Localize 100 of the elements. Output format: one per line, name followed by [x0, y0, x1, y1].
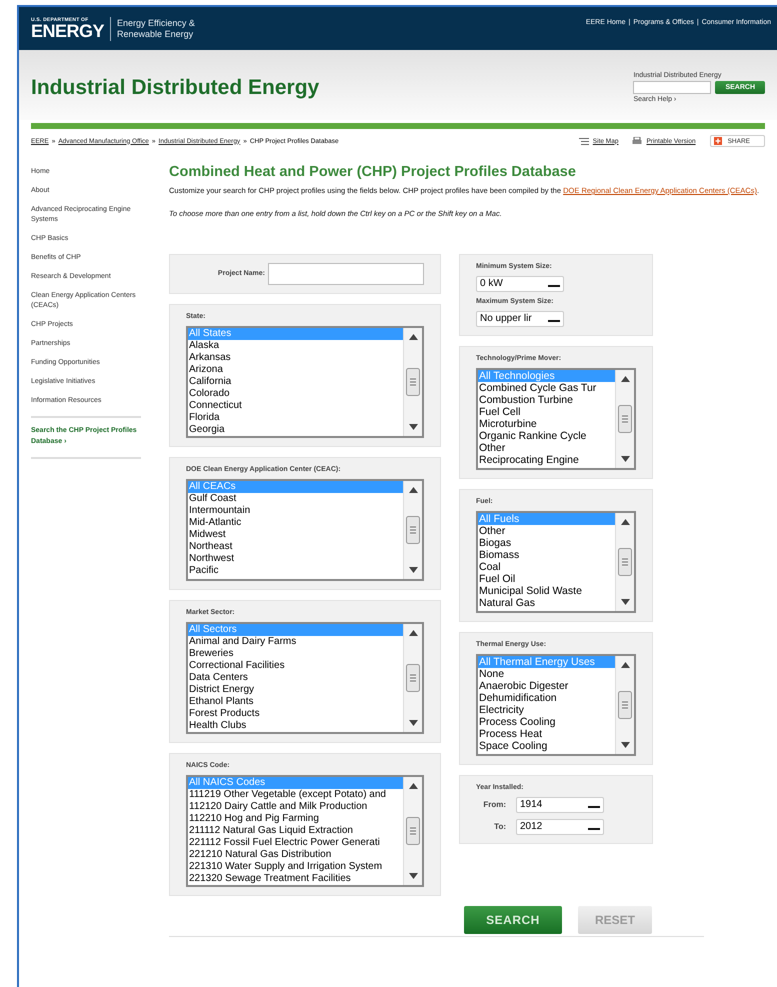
list-option[interactable]: Microturbine	[478, 418, 615, 430]
scroll-up-icon[interactable]	[620, 518, 630, 524]
list-option[interactable]: Gulf Coast	[188, 492, 403, 504]
list-option[interactable]: 221112 Fossil Fuel Electric Power Generati	[188, 836, 403, 848]
office-name: Renewable Energy	[117, 28, 194, 40]
list-option[interactable]: Intermountain	[188, 504, 403, 516]
list-option[interactable]: Alaska	[188, 340, 403, 352]
scroll-up-icon[interactable]	[408, 334, 418, 340]
scroll-down-icon[interactable]	[408, 720, 418, 726]
list-option[interactable]: Biogas	[478, 536, 615, 548]
list-box[interactable]: All States Alaska Arkansas Arizona California Colorado Connecticut Florida Georgia	[186, 326, 424, 438]
list-option[interactable]: 221210 Natural Gas Distribution	[188, 848, 403, 860]
dropdown[interactable]: 2012	[516, 818, 604, 834]
scroll-thumb[interactable]	[406, 664, 420, 692]
scroll-down-icon[interactable]	[408, 872, 418, 878]
list-box[interactable]: All Fuels Other Biogas Biomass Coal Fuel Oil Municipal Solid Waste Natural Gas	[476, 510, 636, 612]
list-option[interactable]: Health Clubs	[188, 720, 403, 732]
dropdown[interactable]: 0 kW	[476, 276, 564, 292]
list-option[interactable]: Reciprocating Engine	[478, 454, 615, 466]
scrollbar[interactable]	[615, 370, 634, 468]
list-option[interactable]: None	[478, 668, 615, 680]
list-option[interactable]: Dehumidification	[478, 692, 615, 704]
scroll-up-icon[interactable]	[620, 662, 630, 668]
list-option[interactable]: Fuel Oil	[478, 572, 615, 584]
dropdown[interactable]: 1914	[516, 796, 604, 812]
list-option[interactable]: Data Centers	[188, 672, 403, 684]
list-option[interactable]: 111219 Other Vegetable (except Potato) and	[188, 788, 403, 800]
list-option[interactable]: Colorado	[188, 388, 403, 400]
scroll-thumb[interactable]	[618, 548, 632, 576]
list-option[interactable]: Combustion Turbine	[478, 394, 615, 406]
list-option[interactable]: Other	[478, 442, 615, 454]
page-heading: Combined Heat and Power (CHP) Project Profiles Database	[169, 164, 577, 180]
scroll-down-icon[interactable]	[408, 424, 418, 430]
list-option[interactable]: Correctional Facilities	[188, 660, 403, 672]
list-option[interactable]: Anaerobic Digester	[478, 680, 615, 692]
list-option[interactable]: Breweries	[188, 648, 403, 660]
list-option[interactable]: Northeast	[188, 540, 403, 552]
scroll-thumb[interactable]	[406, 816, 420, 844]
scroll-down-icon[interactable]	[620, 742, 630, 748]
list-option[interactable]: 112120 Dairy Cattle and Milk Production	[188, 800, 403, 812]
scroll-thumb[interactable]	[406, 368, 420, 396]
list-option[interactable]: Natural Gas	[478, 596, 615, 608]
list-option[interactable]: Mid-Atlantic	[188, 516, 403, 528]
scroll-up-icon[interactable]	[408, 630, 418, 636]
scrollbar[interactable]	[403, 480, 422, 578]
scroll-up-icon[interactable]	[620, 376, 630, 382]
list-option[interactable]: Other	[478, 524, 615, 536]
search-field[interactable]	[633, 80, 712, 94]
list-box[interactable]: All Sectors Animal and Dairy Farms Breweries Correctional Facilities Data Centers District Energy Ethanol Plants Forest Products Health Clubs	[186, 622, 424, 734]
list-option[interactable]: Combined Cycle Gas Tur	[478, 382, 615, 394]
list-option[interactable]: Municipal Solid Waste	[478, 584, 615, 596]
list-option[interactable]: 112210 Hog and Pig Farming	[188, 812, 403, 824]
scroll-down-icon[interactable]	[408, 566, 418, 572]
list-option[interactable]: Midwest	[188, 528, 403, 540]
list-option[interactable]: 211112 Natural Gas Liquid Extraction	[188, 824, 403, 836]
search-button[interactable]: SEARCH	[464, 906, 562, 934]
list-option[interactable]: Arizona	[188, 364, 403, 376]
list-option[interactable]: Biomass	[478, 548, 615, 560]
list-option[interactable]: Electricity	[478, 704, 615, 716]
list-option[interactable]: Florida	[188, 412, 403, 424]
scroll-thumb[interactable]	[618, 404, 632, 432]
scrollbar[interactable]	[615, 512, 634, 610]
list-option[interactable]: Animal and Dairy Farms	[188, 636, 403, 648]
scrollbar[interactable]	[615, 656, 634, 754]
input-field[interactable]	[268, 262, 424, 284]
list-option[interactable]: Space Cooling	[478, 740, 615, 752]
list-option[interactable]: Process Heat	[478, 728, 615, 740]
list-box[interactable]: All Technologies Combined Cycle Gas Tur Combustion Turbine Fuel Cell Microturbine Organic Rankine Cycle Other Reciprocating Engine	[476, 368, 636, 470]
list-option[interactable]: Ethanol Plants	[188, 696, 403, 708]
list-option[interactable]: Connecticut	[188, 400, 403, 412]
agency-logo[interactable]: ENERGY	[31, 23, 104, 40]
list-option[interactable]: Northwest	[188, 552, 403, 564]
list-icon[interactable]	[578, 138, 589, 144]
scroll-down-icon[interactable]	[620, 456, 630, 462]
list-option[interactable]: District Energy	[188, 684, 403, 696]
list-option[interactable]: Coal	[478, 560, 615, 572]
list-option[interactable]: Arkansas	[188, 352, 403, 364]
scrollbar[interactable]	[403, 328, 422, 436]
list-box[interactable]	[186, 774, 424, 886]
scrollbar[interactable]	[403, 776, 422, 884]
list-box[interactable]: All Thermal Energy Uses None Anaerobic Digester Dehumidification Electricity Process Cooling Process Heat Space Cooling	[476, 654, 636, 756]
scroll-thumb[interactable]	[618, 690, 632, 718]
list-option[interactable]: California	[188, 376, 403, 388]
scroll-thumb[interactable]	[406, 516, 420, 544]
scroll-up-icon[interactable]	[408, 486, 418, 492]
list-box[interactable]: All CEACs Gulf Coast Intermountain Mid-Atlantic Midwest Northeast Northwest Pacific	[186, 478, 424, 580]
office-name: Energy Efficiency &	[117, 18, 195, 28]
scroll-up-icon[interactable]	[408, 782, 418, 788]
scrollbar[interactable]	[403, 624, 422, 732]
list-option[interactable]: Organic Rankine Cycle	[478, 430, 615, 442]
list-option[interactable]: 221320 Sewage Treatment Facilities	[188, 872, 403, 884]
list-option[interactable]: Georgia	[188, 424, 403, 436]
dropdown[interactable]: No upper lir	[476, 310, 564, 326]
list-option[interactable]: Forest Products	[188, 708, 403, 720]
list-option[interactable]: Pacific	[188, 564, 403, 576]
list-option[interactable]: Process Cooling	[478, 716, 615, 728]
scroll-down-icon[interactable]	[620, 598, 630, 604]
list-option[interactable]: 221310 Water Supply and Irrigation System	[188, 860, 403, 872]
printer-icon[interactable]	[632, 137, 642, 145]
list-option[interactable]: Fuel Cell	[478, 406, 615, 418]
